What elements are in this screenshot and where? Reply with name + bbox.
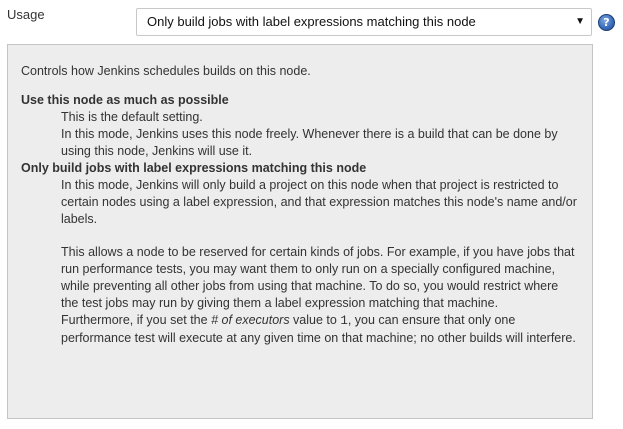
para3-text: Furthermore, if you set the xyxy=(61,313,212,327)
help-icon[interactable]: ? xyxy=(598,14,615,31)
option-normal-line: This is the default setting. xyxy=(61,110,203,124)
para3-text: value to xyxy=(289,313,341,327)
dropdown-arrow-icon[interactable]: ▼ xyxy=(575,9,585,35)
option-exclusive-para: Furthermore, if you set the # of executo… xyxy=(61,312,579,347)
usage-select[interactable]: Only build jobs with label expressions m… xyxy=(136,8,592,36)
option-body-normal: This is the default setting. In this mod… xyxy=(61,109,579,160)
help-panel: Controls how Jenkins schedules builds on… xyxy=(7,44,593,419)
usage-label: Usage xyxy=(7,7,45,22)
option-title-normal: Use this node as much as possible xyxy=(21,93,229,107)
option-exclusive-para: This allows a node to be reserved for ce… xyxy=(61,245,575,310)
option-title-exclusive: Only build jobs with label expressions m… xyxy=(21,161,367,175)
option-exclusive-para: In this mode, Jenkins will only build a … xyxy=(61,178,577,226)
executors-value-code: 1 xyxy=(340,314,348,328)
help-intro: Controls how Jenkins schedules builds on… xyxy=(21,64,311,78)
executors-emphasis: # of executors xyxy=(211,313,290,327)
option-normal-line: In this mode, Jenkins uses this node fre… xyxy=(61,127,558,158)
option-body-exclusive: In this mode, Jenkins will only build a … xyxy=(61,177,579,347)
usage-select-value: Only build jobs with label expressions m… xyxy=(147,14,476,29)
